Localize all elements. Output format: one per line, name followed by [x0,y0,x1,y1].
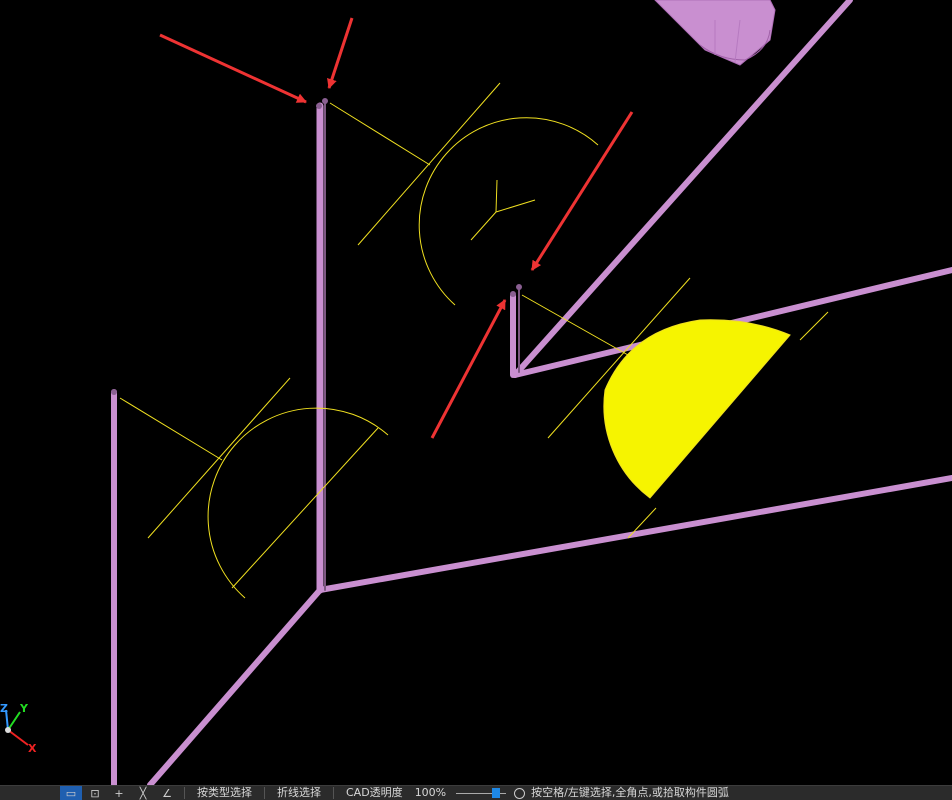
pipe-diagonal-upper [512,0,853,378]
axis-gizmo: Y X Z [0,700,48,760]
polyline-select-button[interactable]: 折线选择 [277,786,321,800]
cad-transparency-value: 100% [414,786,447,799]
plus-icon[interactable]: + [108,786,130,800]
cross-icon[interactable]: ╳ [132,786,154,800]
pipe-diagonal-lower [147,587,323,785]
window-icon[interactable]: ⊡ [84,786,106,800]
axis-x-label: X [28,742,37,755]
callout-arrows [159,17,634,439]
cylinder-fitting[interactable] [654,0,776,66]
status-bar: ▭ ⊡ + ╳ ∠ 按类型选择 折线选择 CAD透明度 100% 按空格/左键选… [0,785,952,800]
model-select-button[interactable]: 按类型选择 [197,786,252,800]
arrow-1 [159,33,307,104]
command-hint: 按空格/左键选择,全角点,或拾取构件圆弧 [531,786,729,799]
cad-transparency-label: CAD透明度 [346,786,403,799]
sprinkler-symbol-upper[interactable] [329,82,599,306]
cad-transparency-slider[interactable] [456,786,507,800]
arrow-4 [430,299,507,439]
pipe-horizontal-lower [317,475,952,593]
axis-y-label: Y [20,702,28,715]
snap-radio[interactable] [514,787,526,799]
arrow-3 [530,111,634,271]
axis-z-label: Z [0,702,8,715]
3d-viewport[interactable]: Y X Z [0,0,952,785]
angle-icon[interactable]: ∠ [156,786,178,800]
select-icon[interactable]: ▭ [60,786,82,800]
sprinkler-symbol-lower[interactable] [119,377,389,599]
scene-canvas[interactable] [0,0,952,785]
arrow-2 [327,17,354,89]
